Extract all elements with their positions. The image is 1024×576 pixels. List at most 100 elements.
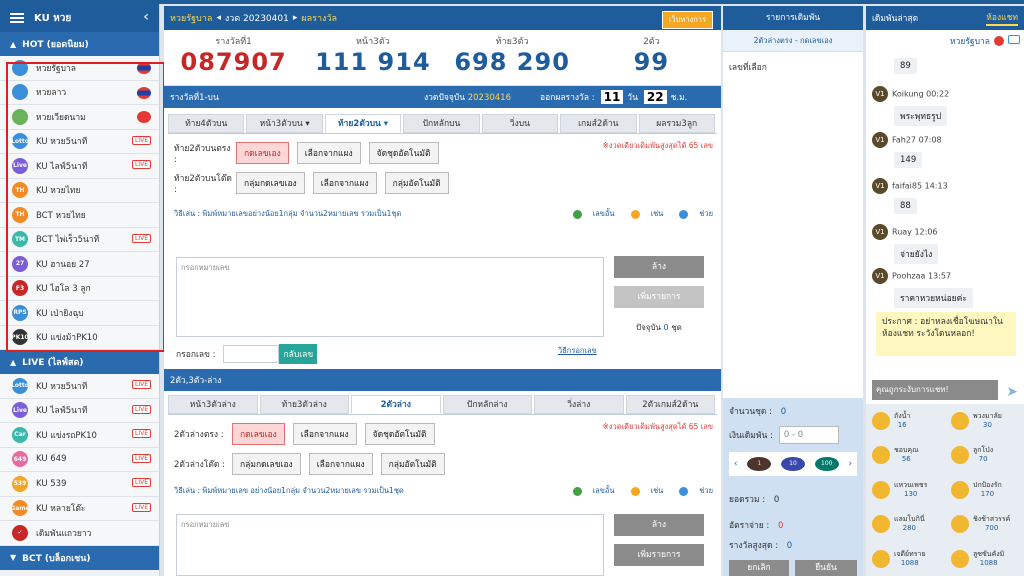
sidebar-item[interactable]: ✓ เดิมพันแถวยาว — [0, 521, 159, 546]
sidebar-item[interactable]: F3 KU ไฮโล 3 ลูก — [0, 276, 159, 301]
section-bct[interactable]: ▼ BCT (บล็อกเชน) — [0, 545, 159, 570]
bet-type-tab[interactable]: เกมส์2ด้าน — [560, 114, 637, 133]
gift-item[interactable]: แหวนเพชร 130 — [866, 473, 945, 507]
menu-icon[interactable] — [10, 11, 24, 25]
sidebar-item[interactable]: RPS KU เป่ายิงฉุบ — [0, 301, 159, 326]
bet-type-tab[interactable]: 2ตัวเกมส์2ด้าน — [625, 395, 715, 414]
bet-type-tab[interactable]: วิ่งล่าง — [534, 395, 624, 414]
number-input[interactable] — [223, 345, 280, 363]
sidebar-item[interactable]: PK10 KU แข่งม้าPK10 — [0, 325, 159, 350]
bet-type-tab[interactable]: ผลรวม3ลูก — [638, 114, 715, 133]
chat-input[interactable]: คุณถูกระงับการแชท! — [872, 380, 998, 400]
group-auto-button[interactable]: กลุ่มอัตโนมัติ — [384, 172, 449, 194]
upper-add-button[interactable]: เพิ่มรายการ — [614, 286, 704, 308]
live-badge: LIVE — [131, 404, 151, 414]
select-from-board-button[interactable]: เลือกจากแผง — [308, 453, 373, 475]
chevron-left-icon[interactable]: ‹ — [734, 459, 738, 469]
gift-item[interactable]: พวงมาลัย 30 — [945, 404, 1024, 438]
auto-set-button[interactable]: จัดชุดอัตโนมัติ — [364, 423, 435, 445]
bet-type-tab[interactable]: หน้า3ตัวบน ▾ — [246, 114, 323, 133]
bet-type-tab[interactable]: ท้าย2ตัวบน ▾ — [324, 114, 402, 133]
sidebar-item[interactable]: Lotto KU หวย5นาที LIVE — [0, 374, 159, 399]
reverse-number-button[interactable]: กลับเลข — [279, 344, 318, 364]
tab-chat-room[interactable]: ห้องแชท — [986, 10, 1018, 26]
sidebar-item[interactable]: 27 KU ฮานอย 27 — [0, 252, 159, 277]
bet-type-tab[interactable]: ปักหลักล่าง — [442, 395, 532, 414]
auto-set-button[interactable]: จัดชุดอัตโนมัติ — [368, 142, 439, 164]
send-icon[interactable]: ➤ — [1006, 384, 1018, 400]
sidebar-item[interactable]: TM BCT ไพ่เร็ว5นาที LIVE — [0, 227, 159, 252]
chip-1[interactable]: 1 — [747, 457, 772, 471]
tv-icon[interactable] — [1008, 35, 1020, 44]
restricted-numbers-link[interactable]: เลขอั้น — [565, 485, 615, 497]
lotto-icon: Lotto — [11, 133, 29, 150]
cancel-button[interactable]: ยกเลิก — [729, 560, 789, 576]
bet-type-tab[interactable]: หน้า3ตัวล่าง — [168, 395, 258, 414]
lower-clear-button[interactable]: ล้าง — [614, 514, 704, 536]
sidebar-item[interactable]: Live KU ไลฟ์5นาที LIVE — [0, 154, 159, 179]
how-to-input-link[interactable]: วิธีกรอกเลข — [558, 345, 597, 357]
select-from-board-button[interactable]: เลือกจากแผง — [296, 142, 361, 164]
sidebar-item[interactable]: Lotto KU หวย5นาที LIVE — [0, 129, 159, 154]
bet-type-tab[interactable]: 2ตัวล่าง — [351, 395, 441, 414]
amount-input[interactable]: 0 - 0 — [778, 426, 839, 444]
select-from-board-button[interactable]: เลือกจากแผง — [312, 172, 377, 194]
gift-item[interactable]: ชิงช้าสวรรค์ 700 — [945, 507, 1024, 541]
group-manual-button[interactable]: กลุ่มกดเลขเอง — [236, 172, 305, 194]
manual-input-button[interactable]: กดเลขเอง — [232, 423, 285, 445]
sidebar-item[interactable]: หวยรัฐบาล — [0, 56, 159, 81]
sidebar-item[interactable]: Game KU หลายโต๊ะ LIVE — [0, 496, 159, 521]
group-auto-button[interactable]: กลุ่มอัตโนมัติ — [380, 453, 445, 475]
upper-number-textarea[interactable]: กรอกหมายเลข — [176, 257, 604, 337]
example-link[interactable]: เช่น — [623, 208, 663, 220]
manual-input-button[interactable]: กดเลขเอง — [236, 142, 289, 164]
gift-name: เจดีย์ทราย — [894, 549, 926, 558]
section-live[interactable]: ▲ LIVE (ไลฟ์สด) — [0, 350, 159, 374]
confirm-button[interactable]: ยืนยัน — [795, 560, 857, 576]
gift-item[interactable]: เจดีย์ทราย 1088 — [866, 542, 945, 576]
gift-item[interactable]: ลูกโป่ง 70 — [945, 438, 1024, 472]
example-link[interactable]: เช่น — [623, 485, 663, 497]
sidebar-item[interactable]: หวยเวียดนาม — [0, 105, 159, 130]
chip-10[interactable]: 10 — [780, 457, 805, 471]
chip-100[interactable]: 100 — [814, 457, 839, 471]
sidebar-item[interactable]: หวยลาว — [0, 80, 159, 105]
gift-item[interactable]: ปกป้องรัก 170 — [945, 473, 1024, 507]
lower-add-button[interactable]: เพิ่มรายการ — [614, 544, 704, 566]
tab-latest-bets[interactable]: เดิมพันล่าสุด — [872, 11, 918, 25]
upper-clear-button[interactable]: ล้าง — [614, 256, 704, 278]
max-prize-row: รางวัลสูงสุด : 0 — [729, 538, 792, 552]
crumb-lottery[interactable]: หวยรัฐบาล — [170, 11, 212, 25]
group-manual-button[interactable]: กลุ่มกดเลขเอง — [232, 453, 301, 475]
select-from-board-button[interactable]: เลือกจากแผง — [292, 423, 357, 445]
gift-item[interactable]: แลมโบกินี่ 280 — [866, 507, 945, 541]
sidebar-item[interactable]: 539 KU 539 LIVE — [0, 472, 159, 497]
chevron-right-icon[interactable]: › — [848, 459, 852, 469]
crumb-results[interactable]: ผลรางวัล — [301, 11, 337, 25]
sidebar-item-label: KU หลายโต๊ะ — [36, 504, 86, 515]
bet-type-tab[interactable]: ปักหลักบน — [403, 114, 480, 133]
prize-number: 99 — [633, 48, 670, 76]
chevron-left-icon[interactable]: ‹ — [143, 9, 149, 25]
bet-type-tab[interactable]: ท้าย3ตัวล่าง — [259, 395, 349, 414]
help-link[interactable]: ช่วย — [671, 208, 713, 220]
lower-number-textarea[interactable]: กรอกหมายเลข — [176, 514, 604, 576]
sidebar-item[interactable]: TH BCT หวยไทย — [0, 203, 159, 228]
row-label: ท้าย2ตัวบนตรง : — [174, 144, 231, 165]
restricted-numbers-link[interactable]: เลขอั้น — [565, 208, 615, 220]
chevron-up-icon: ▲ — [10, 39, 17, 49]
gift-item[interactable]: ถังน้ำ 16 — [866, 404, 945, 438]
sidebar-item[interactable]: Car KU แข่งรถPK10 LIVE — [0, 423, 159, 448]
bet-type-tab[interactable]: ท้าย4ตัวบน — [168, 114, 245, 133]
bet-type-tab[interactable]: วิ่งบน — [481, 114, 559, 133]
prize-back3: ท้าย3ตัว 698 290 — [443, 30, 582, 85]
upper-row-tod: ท้าย2ตัวบนโต๊ด : กลุ่มกดเลขเอง เลือกจากแ… — [164, 168, 721, 198]
sidebar-item[interactable]: Live KU ไลฟ์5นาที LIVE — [0, 398, 159, 423]
section-hot[interactable]: ▲ HOT (ยอดนิยม) — [0, 32, 159, 56]
official-web-button[interactable]: เว็บทางการ — [661, 11, 713, 29]
help-link[interactable]: ช่วย — [671, 485, 713, 497]
gift-item[interactable]: ชอบคุณ 56 — [866, 438, 945, 472]
gift-item[interactable]: ลูซซันคังมิ 1088 — [945, 542, 1024, 576]
sidebar-item[interactable]: 649 KU 649 LIVE — [0, 447, 159, 472]
sidebar-item[interactable]: TH KU หวยไทย — [0, 178, 159, 203]
